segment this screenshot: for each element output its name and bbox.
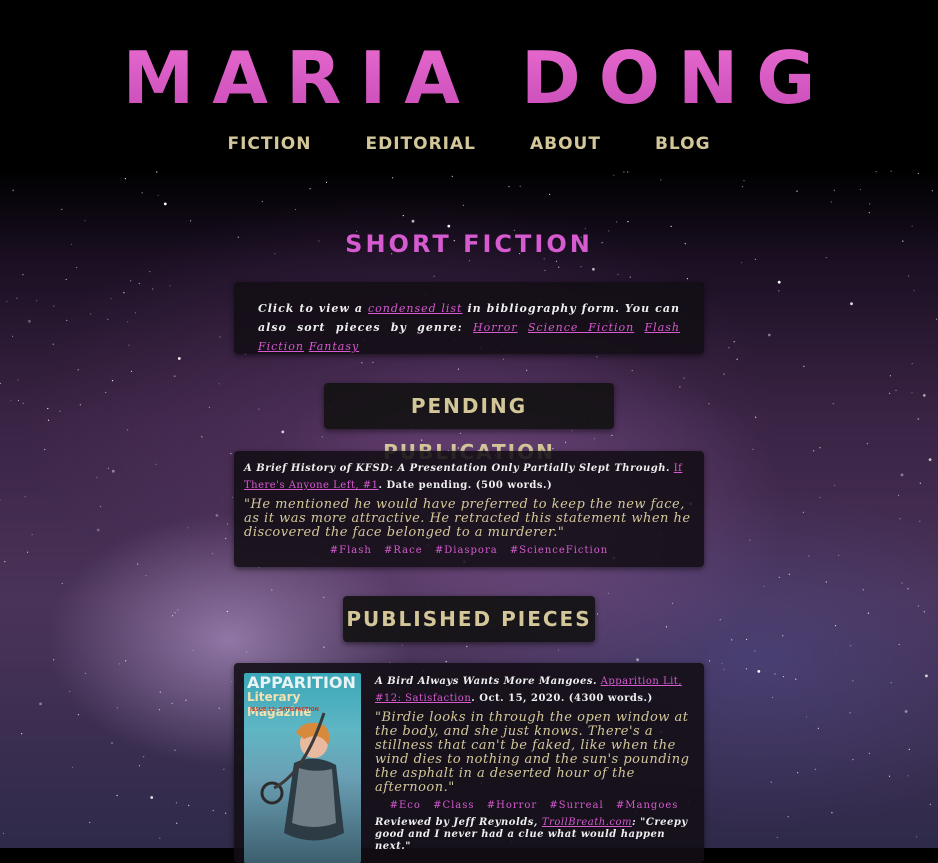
nav-editorial[interactable]: EDITORIAL [365,134,476,154]
pending-meta: . Date pending. (500 words.) [378,480,553,491]
page-title: SHORT FICTION [345,230,593,258]
intro-text-1: Click to view a [258,302,363,315]
magazine-cover-image[interactable]: APPARITION Literary Magazine ISSUE 12: S… [244,673,361,863]
published-quote: "Birdie looks in through the open window… [375,710,690,795]
pending-quote: "He mentioned he would have preferred to… [244,497,691,540]
tag-flash[interactable]: #Flash [330,545,372,556]
genre-scifi-link[interactable]: Science Fiction [528,321,634,334]
tag-eco[interactable]: #Eco [390,800,421,811]
published-entry: APPARITION Literary Magazine ISSUE 12: S… [234,663,704,863]
cover-illustration [260,712,344,841]
pending-title: A Brief History of KFSD: A Presentation … [244,463,671,474]
nav-fiction[interactable]: FICTION [227,134,311,154]
genre-fantasy-link[interactable]: Fantasy [309,340,359,353]
pending-entry-citation: A Brief History of KFSD: A Presentation … [244,460,694,494]
published-entry-body: A Bird Always Wants More Mangoes. Appari… [375,673,693,853]
tag-race[interactable]: #Race [384,545,423,556]
nav-about[interactable]: ABOUT [530,134,601,154]
published-tags: #Eco #Class #Horror #Surreal #Mangoes [375,800,693,811]
pending-entry: A Brief History of KFSD: A Presentation … [234,451,704,567]
review-source-link[interactable]: TrollBreath.com [542,817,632,828]
tag-class[interactable]: #Class [433,800,474,811]
main-nav: FICTION EDITORIAL ABOUT BLOG [0,134,938,154]
pending-tags: #Flash #Race #Diaspora #ScienceFiction [244,545,694,556]
tag-horror[interactable]: #Horror [487,800,537,811]
nav-blog[interactable]: BLOG [655,134,711,154]
review-prefix: Reviewed by Jeff Reynolds, [375,817,538,828]
pending-heading: PENDING PUBLICATION [324,383,614,464]
condensed-list-link[interactable]: condensed list [368,302,462,315]
published-meta: . Oct. 15, 2020. (4300 words.) [471,693,653,704]
tag-surreal[interactable]: #Surreal [549,800,603,811]
tag-mangoes[interactable]: #Mangoes [616,800,679,811]
site-title[interactable]: MARIA DONG [0,38,938,118]
tag-sciencefiction[interactable]: #ScienceFiction [510,545,608,556]
genre-horror-link[interactable]: Horror [473,321,518,334]
published-entry-citation: A Bird Always Wants More Mangoes. Appari… [375,673,693,707]
published-heading: PUBLISHED PIECES [343,596,595,642]
intro-panel: Click to view a condensed list in biblio… [234,282,704,354]
published-title: A Bird Always Wants More Mangoes. [375,676,597,687]
tag-diaspora[interactable]: #Diaspora [435,545,498,556]
